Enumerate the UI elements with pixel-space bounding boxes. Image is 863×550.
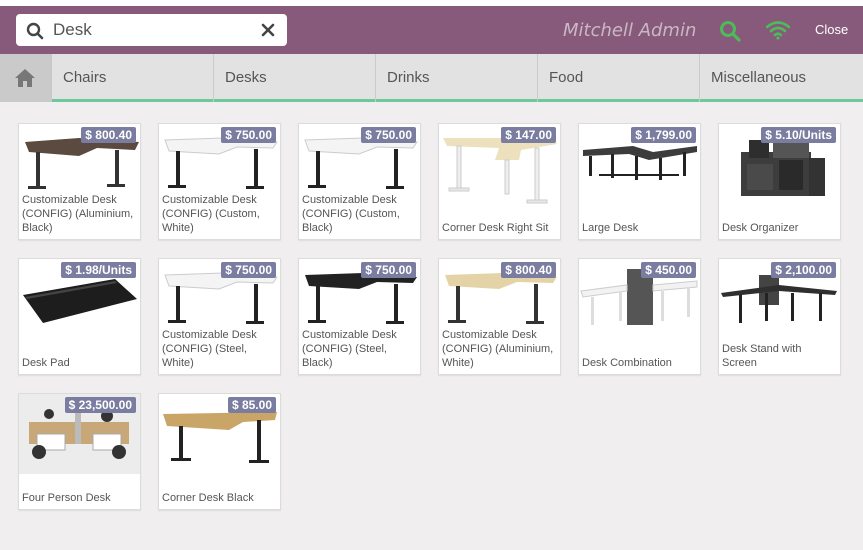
product-card[interactable]: $ 750.00 Customizable Desk (CONFIG) (Stee… [158,258,281,375]
search-icon [26,22,44,40]
product-name: Customizable Desk (CONFIG) (Steel, White… [162,329,257,369]
product-card[interactable]: $ 800.40 Customizable Desk (CONFIG) (Alum… [438,258,561,375]
close-button[interactable]: Close [815,22,848,37]
category-miscellaneous[interactable]: Miscellaneous [700,54,863,102]
product-card[interactable]: $ 5.10/Units Desk Organizer [718,123,841,240]
product-name: Large Desk [582,222,639,234]
product-card[interactable]: $ 23,500.00 Four Person Desk [18,393,141,510]
product-name: Customizable Desk (CONFIG) (Aluminium, W… [442,329,554,369]
home-icon [15,69,35,87]
product-name: Customizable Desk (CONFIG) (Aluminium, B… [22,194,134,234]
search-input[interactable] [53,18,253,42]
product-card[interactable]: $ 800.40 Customizable Desk (CONFIG) (Alum… [18,123,141,240]
category-chairs[interactable]: Chairs [52,54,214,102]
category-desks[interactable]: Desks [214,54,376,102]
price-badge: $ 85.00 [227,397,276,413]
price-badge: $ 2,100.00 [771,262,836,278]
product-name: Desk Stand with Screen [722,343,802,369]
user-name[interactable]: Mitchell Admin [563,20,696,41]
product-card[interactable]: $ 2,100.00 Desk Stand with Screen [718,258,841,375]
wifi-icon [766,21,790,40]
price-badge: $ 450.00 [641,262,696,278]
price-badge: $ 1.98/Units [61,262,136,278]
product-card[interactable]: $ 85.00 Corner Desk Black [158,393,281,510]
price-badge: $ 800.40 [81,127,136,143]
category-drinks[interactable]: Drinks [376,54,538,102]
price-badge: $ 750.00 [221,262,276,278]
price-badge: $ 800.40 [501,262,556,278]
product-name: Desk Pad [22,357,70,369]
product-card[interactable]: $ 750.00 Customizable Desk (CONFIG) (Cust… [298,123,421,240]
product-card[interactable]: $ 750.00 Customizable Desk (CONFIG) (Cust… [158,123,281,240]
price-badge: $ 147.00 [501,127,556,143]
search-icon[interactable] [719,20,741,42]
price-badge: $ 5.10/Units [761,127,836,143]
price-badge: $ 750.00 [221,127,276,143]
product-name: Customizable Desk (CONFIG) (Steel, Black… [302,329,397,369]
home-button[interactable] [0,54,52,102]
price-badge: $ 750.00 [361,262,416,278]
product-name: Desk Combination [582,357,672,369]
product-card[interactable]: $ 750.00 Customizable Desk (CONFIG) (Stee… [298,258,421,375]
product-name: Four Person Desk [22,492,111,504]
product-name: Customizable Desk (CONFIG) (Custom, Blac… [302,194,400,234]
price-badge: $ 23,500.00 [64,397,136,413]
product-name: Corner Desk Black [162,492,254,504]
category-food[interactable]: Food [538,54,700,102]
price-badge: $ 750.00 [361,127,416,143]
clear-search-icon[interactable] [261,23,275,37]
price-badge: $ 1,799.00 [631,127,696,143]
product-card[interactable]: $ 1,799.00 Large Desk [578,123,701,240]
pos-header: Mitchell Admin Close [0,6,863,54]
product-card[interactable]: $ 450.00 Desk Combination [578,258,701,375]
category-bar: Chairs Desks Drinks Food Miscellaneous [0,54,863,102]
product-name: Desk Organizer [722,222,799,234]
product-name: Corner Desk Right Sit [442,222,549,234]
search-box[interactable] [16,14,287,46]
product-card[interactable]: $ 1.98/Units Desk Pad [18,258,141,375]
product-name: Customizable Desk (CONFIG) (Custom, Whit… [162,194,260,234]
product-card[interactable]: $ 147.00 Corner Desk Right Sit [438,123,561,240]
